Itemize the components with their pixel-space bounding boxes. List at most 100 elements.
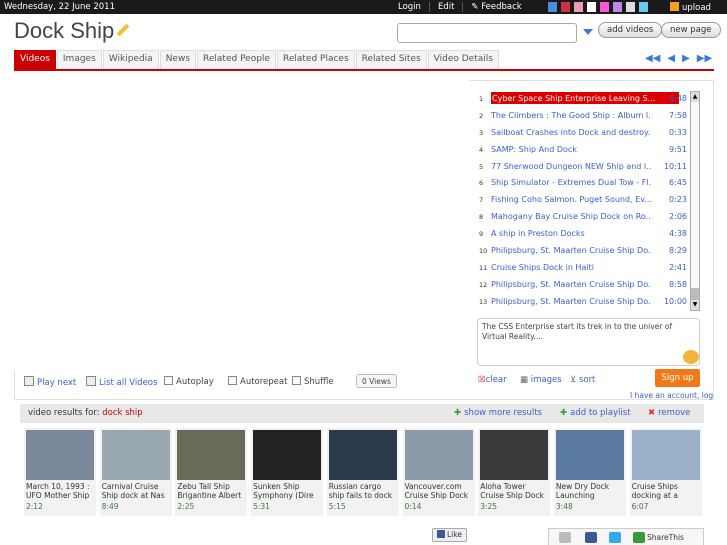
- tab-news[interactable]: News: [159, 50, 197, 69]
- video-thumbnail[interactable]: [26, 430, 94, 480]
- playlist-item[interactable]: 11 Cruise Ships Dock in Haiti 2:41: [477, 260, 689, 277]
- playlist-item[interactable]: 7 Fishing Coho Salmon. Puget Sound, Ev...…: [477, 192, 689, 209]
- clear-button[interactable]: ☒clear: [478, 375, 507, 385]
- facebook-share-icon[interactable]: [585, 532, 597, 543]
- scroll-thumb[interactable]: [691, 288, 699, 300]
- email-share-icon[interactable]: [559, 532, 571, 543]
- video-result-card[interactable]: Zebu Tall Ship Brigantine Albert 2:25: [175, 428, 248, 516]
- theme-swatch[interactable]: [613, 2, 622, 12]
- play-next-button[interactable]: Play next: [24, 376, 76, 388]
- add-videos-button[interactable]: add videos: [598, 22, 663, 38]
- video-result-title[interactable]: Aloha Tower Cruise Ship Dock: [478, 482, 550, 500]
- playlist-item[interactable]: 12 Philipsburg, St. Maarten Cruise Ship D…: [477, 277, 689, 294]
- playlist-item[interactable]: 8 Mahogany Bay Cruise Ship Dock on Ro... 2…: [477, 209, 689, 226]
- video-result-title[interactable]: New Dry Dock Launching: [554, 482, 626, 500]
- remove-button[interactable]: ✖ remove: [648, 408, 690, 418]
- theme-swatch[interactable]: [600, 2, 609, 12]
- playlist-item[interactable]: 4 SAMP: Ship And Dock 9:51: [477, 142, 689, 159]
- scroll-down-icon[interactable]: ▼: [691, 300, 699, 310]
- feedback-link[interactable]: ✎ Feedback: [471, 2, 529, 12]
- add-to-playlist-button[interactable]: ✚ add to playlist: [560, 408, 631, 418]
- playlist-scrollbar[interactable]: ▲ ▼: [690, 91, 700, 311]
- login-link[interactable]: Login: [398, 2, 430, 12]
- video-result-card[interactable]: March 10, 1993 : UFO Mother Ship 2:12: [24, 428, 96, 516]
- video-player[interactable]: [14, 80, 469, 370]
- tab-wikipedia[interactable]: Wikipedia: [102, 50, 159, 69]
- sort-button[interactable]: ⊻ sort: [570, 375, 595, 385]
- video-thumbnail[interactable]: [253, 430, 322, 480]
- video-thumbnail[interactable]: [480, 430, 549, 480]
- video-result-card[interactable]: Carnival Cruise Ship dock at Nas 8:49: [99, 428, 172, 516]
- last-icon[interactable]: ▶▶: [697, 53, 712, 64]
- prev-icon[interactable]: ◀: [667, 53, 675, 64]
- video-result-card[interactable]: Russian cargo ship fails to dock 5:15: [326, 428, 399, 516]
- video-result-title[interactable]: Cruise Ships docking at a: [630, 482, 702, 500]
- video-result-card[interactable]: Cruise Ships docking at a 6:07: [629, 428, 702, 516]
- video-thumbnail[interactable]: [177, 430, 246, 480]
- sharethis-icon[interactable]: [633, 532, 645, 543]
- playlist-item-number: 6: [479, 179, 484, 188]
- facebook-like-button[interactable]: Like: [432, 528, 467, 542]
- video-result-title[interactable]: Sunken Ship Symphony (Dire: [251, 482, 323, 500]
- theme-swatch[interactable]: [639, 2, 648, 12]
- video-result-card[interactable]: Vancouver.com Cruise Ship Dock 0:14: [402, 428, 475, 516]
- playlist-item-number: 1: [479, 95, 484, 103]
- tab-images[interactable]: Images: [56, 50, 102, 69]
- sharethis-label[interactable]: ShareThis: [647, 533, 684, 542]
- video-thumbnail[interactable]: [631, 430, 700, 480]
- scroll-up-icon[interactable]: ▲: [691, 92, 699, 102]
- video-result-title[interactable]: Zebu Tall Ship Brigantine Albert: [175, 482, 247, 500]
- theme-swatch[interactable]: [574, 2, 583, 12]
- video-thumbnail[interactable]: [328, 430, 397, 480]
- video-result-title[interactable]: Vancouver.com Cruise Ship Dock: [403, 482, 475, 500]
- playlist-item[interactable]: 2 The Climbers : The Good Ship : Album l.…: [477, 108, 689, 125]
- playlist-item[interactable]: 6 Ship Simulator - Extremes Dual Tow - Fl…: [477, 175, 689, 192]
- video-result-card[interactable]: Sunken Ship Symphony (Dire 5:31: [251, 428, 324, 516]
- playlist-item[interactable]: 3 Sailboat Crashes into Dock and destroy.…: [477, 125, 689, 142]
- edit-pencil-icon[interactable]: [116, 23, 130, 37]
- search-input[interactable]: [397, 23, 577, 43]
- tab-related-people[interactable]: Related People: [197, 50, 276, 69]
- tab-videos[interactable]: Videos: [14, 50, 56, 69]
- login-account-link[interactable]: I have an account, log: [630, 391, 713, 400]
- show-more-button[interactable]: ✚ show more results: [454, 408, 542, 418]
- next-icon[interactable]: ▶: [682, 53, 690, 64]
- theme-swatch[interactable]: [548, 2, 557, 12]
- images-button[interactable]: ▦ images: [520, 375, 562, 385]
- playlist-item[interactable]: 9 A ship in Preston Docks 4:38: [477, 226, 689, 243]
- search-dropdown-icon[interactable]: [583, 29, 593, 35]
- video-thumbnail[interactable]: [101, 430, 170, 480]
- video-result-card[interactable]: New Dry Dock Launching 3:48: [553, 428, 626, 516]
- playlist-item[interactable]: 1 Cyber Space Ship Enterprise Leaving S..…: [477, 91, 689, 108]
- shuffle-checkbox[interactable]: Shuffle: [292, 376, 334, 387]
- tab-related-places[interactable]: Related Places: [276, 50, 355, 69]
- first-icon[interactable]: ◀◀: [645, 53, 660, 64]
- video-result-title[interactable]: Carnival Cruise Ship dock at Nas: [100, 482, 172, 500]
- playlist-item[interactable]: 5 77 Sherwood Dungeon NEW Ship and l... 10…: [477, 159, 689, 176]
- theme-swatch[interactable]: [626, 2, 635, 12]
- video-result-card[interactable]: Aloha Tower Cruise Ship Dock 3:25: [478, 428, 551, 516]
- clear-icon: ☒: [478, 375, 486, 385]
- date-label: Wednesday, 22 June 2011: [4, 2, 115, 12]
- tab-video-details[interactable]: Video Details: [427, 50, 499, 69]
- upload-link[interactable]: upload: [670, 2, 711, 13]
- video-result-title[interactable]: March 10, 1993 : UFO Mother Ship: [24, 482, 96, 500]
- playlist: 1 Cyber Space Ship Enterprise Leaving S..…: [477, 91, 689, 311]
- video-thumbnail[interactable]: [404, 430, 473, 480]
- playlist-item-number: 2: [479, 111, 484, 120]
- signup-button[interactable]: Sign up: [655, 369, 700, 387]
- edit-link[interactable]: Edit: [438, 2, 464, 12]
- theme-swatch[interactable]: [561, 2, 570, 12]
- autoplay-checkbox[interactable]: Autoplay: [164, 376, 214, 387]
- mail-icon[interactable]: [683, 350, 699, 364]
- playlist-item[interactable]: 10 Philipsburg, St. Maarten Cruise Ship D…: [477, 243, 689, 260]
- list-all-button[interactable]: List all Videos: [86, 376, 157, 388]
- video-thumbnail[interactable]: [555, 430, 624, 480]
- autorepeat-checkbox[interactable]: Autorepeat: [228, 376, 287, 387]
- tab-related-sites[interactable]: Related Sites: [355, 50, 427, 69]
- theme-swatch[interactable]: [587, 2, 596, 12]
- twitter-share-icon[interactable]: [609, 532, 621, 543]
- playlist-item[interactable]: 13 Philipsburg, St. Maarten Cruise Ship D…: [477, 294, 689, 311]
- video-result-title[interactable]: Russian cargo ship fails to dock: [327, 482, 399, 500]
- new-page-button[interactable]: new page: [661, 22, 721, 38]
